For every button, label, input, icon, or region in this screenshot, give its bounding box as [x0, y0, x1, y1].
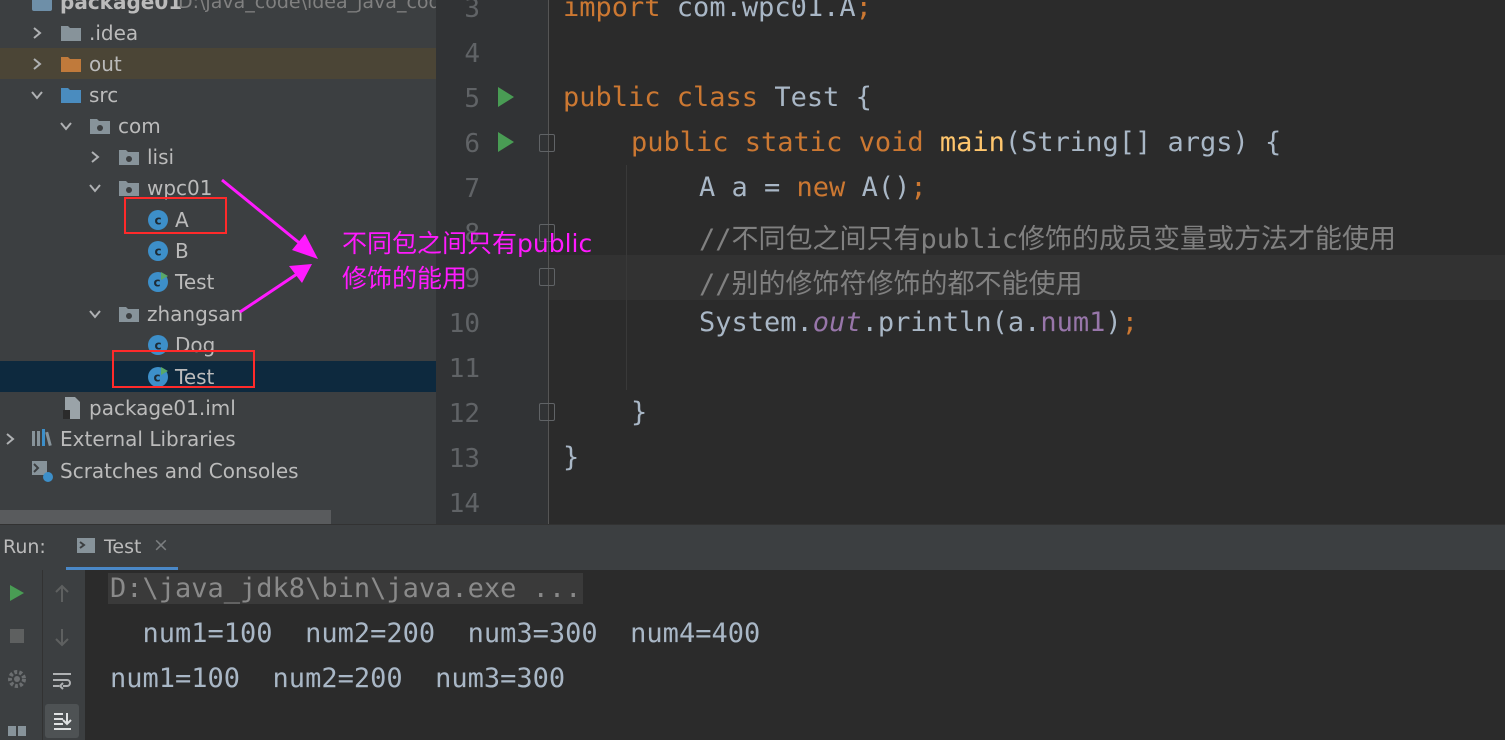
annotation-arrows — [221, 178, 318, 314]
annotation-text-line-1: 不同包之间只有public — [342, 229, 593, 258]
annotation-text-line-2: 修饰的能用 — [342, 264, 468, 293]
